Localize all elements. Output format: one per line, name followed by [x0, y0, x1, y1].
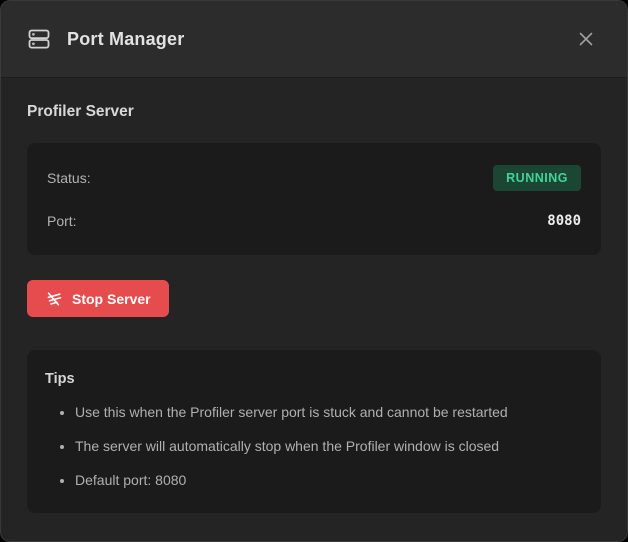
close-icon: [576, 29, 596, 49]
tip-item: Default port: 8080: [75, 470, 583, 491]
tips-heading: Tips: [45, 371, 583, 387]
status-badge: RUNNING: [493, 165, 581, 191]
close-button[interactable]: [571, 24, 601, 54]
port-value: 8080: [547, 213, 581, 229]
port-manager-dialog: Port Manager Profiler Server Status: RUN…: [0, 0, 628, 542]
dialog-content: Profiler Server Status: RUNNING Port: 80…: [1, 78, 627, 541]
port-row: Port: 8080: [47, 206, 581, 235]
server-off-icon: [45, 290, 62, 307]
tip-item: The server will automatically stop when …: [75, 436, 583, 457]
tip-item: Use this when the Profiler server port i…: [75, 402, 583, 423]
titlebar: Port Manager: [1, 1, 627, 78]
stop-server-label: Stop Server: [72, 291, 151, 307]
tips-list: Use this when the Profiler server port i…: [45, 402, 583, 491]
stop-server-button[interactable]: Stop Server: [27, 280, 169, 317]
status-row: Status: RUNNING: [47, 163, 581, 192]
dialog-title: Port Manager: [67, 29, 184, 50]
port-label: Port:: [47, 213, 77, 229]
tips-panel: Tips Use this when the Profiler server p…: [27, 350, 601, 513]
server-icon: [27, 27, 51, 51]
status-label: Status:: [47, 170, 91, 186]
status-panel: Status: RUNNING Port: 8080: [27, 143, 601, 255]
section-heading: Profiler Server: [27, 103, 601, 121]
